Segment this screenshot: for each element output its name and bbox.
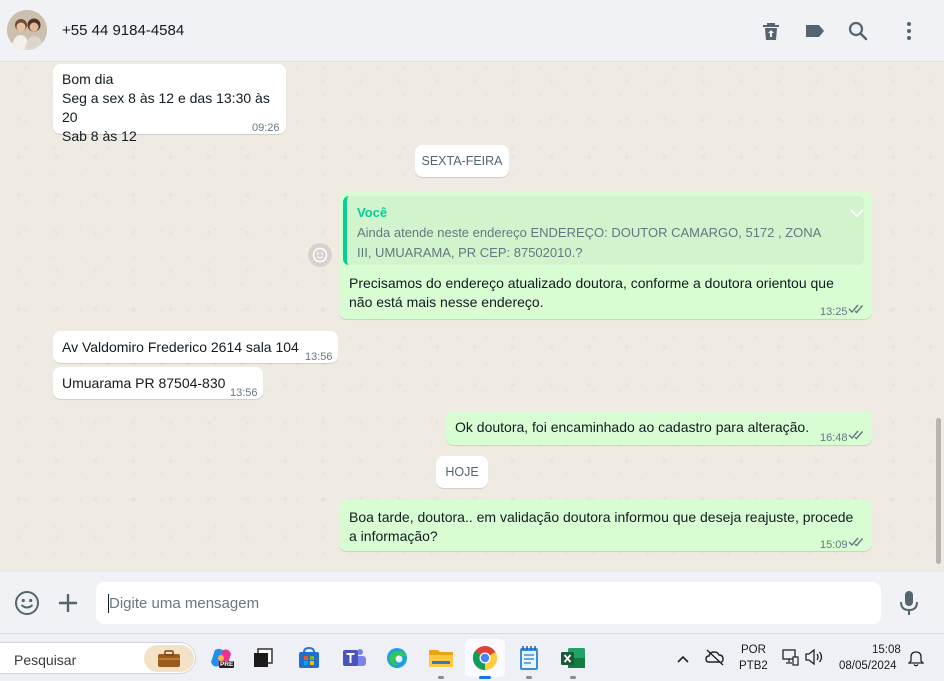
taskbar-search[interactable]: Pesquisar (0, 642, 196, 674)
volume-icon[interactable] (804, 648, 824, 671)
read-ticks-icon (848, 430, 864, 440)
message-text: Ok doutora, foi encaminhado ao cadastro … (455, 419, 810, 435)
clock-date[interactable]: 08/05/2024 (839, 660, 897, 672)
message-time: 13:25 (820, 306, 848, 318)
message-text: Boa tarde, doutora.. em validação doutor… (349, 509, 854, 544)
message-outgoing[interactable]: Boa tarde, doutora.. em validação doutor… (339, 500, 872, 551)
task-view-icon[interactable] (249, 644, 277, 672)
quote-author: Você (357, 205, 388, 220)
more-options-icon[interactable] (897, 19, 921, 43)
message-incoming[interactable]: Bom dia Seg a sex 8 às 12 e das 13:30 às… (53, 64, 286, 144)
emoji-icon[interactable] (14, 590, 40, 621)
input-language[interactable]: POR (741, 644, 766, 656)
keyboard-layout[interactable]: PTB2 (739, 660, 768, 672)
notepad-running-indicator (526, 676, 532, 679)
message-text: Umuarama PR 87504-830 (62, 375, 226, 391)
edge-icon[interactable] (383, 644, 411, 672)
message-time: 15:09 (820, 539, 848, 551)
message-incoming[interactable]: Av Valdomiro Frederico 2614 sala 104 13:… (53, 331, 338, 363)
message-time: 13:56 (230, 387, 258, 399)
copilot-icon[interactable]: PRE (207, 644, 235, 672)
message-text: Av Valdomiro Frederico 2614 sala 104 (62, 339, 299, 355)
chevron-down-icon[interactable] (850, 204, 864, 223)
excel-icon[interactable] (559, 644, 587, 672)
date-divider: HOJE (436, 456, 488, 488)
notepad-icon[interactable] (515, 644, 543, 672)
excel-running-indicator (570, 676, 576, 679)
quote-text: Ainda atende neste endereço ENDEREÇO: DO… (357, 225, 821, 260)
file-explorer-running-indicator (438, 676, 444, 679)
file-explorer-icon[interactable] (427, 644, 455, 672)
clock-time[interactable]: 15:08 (872, 644, 901, 656)
message-time: 16:48 (820, 432, 848, 444)
label-tag-icon[interactable] (803, 19, 827, 43)
chat-header: +55 44 9184-4584 (0, 0, 944, 62)
message-incoming[interactable]: Umuarama PR 87504-830 13:56 (53, 367, 263, 399)
notification-bell-icon[interactable] (907, 649, 925, 672)
microphone-icon[interactable] (899, 590, 919, 621)
message-outgoing[interactable]: Ok doutora, foi encaminhado ao cadastro … (446, 411, 872, 445)
message-text: Precisamos do endereço atualizado doutor… (349, 275, 834, 310)
chrome-icon[interactable] (471, 644, 499, 672)
chat-area[interactable]: Bom dia Seg a sex 8 às 12 e das 13:30 às… (0, 62, 934, 572)
read-ticks-icon (848, 304, 864, 314)
microsoft-store-icon[interactable] (295, 644, 323, 672)
quoted-message[interactable]: Você Ainda atende neste endereço ENDEREÇ… (343, 196, 864, 265)
search-icon[interactable] (846, 19, 870, 43)
contact-name[interactable]: +55 44 9184-4584 (62, 22, 184, 39)
message-time: 09:26 (252, 122, 280, 134)
date-divider: SEXTA-FEIRA (415, 145, 509, 177)
briefcase-icon (158, 650, 180, 667)
taskbar-search-label: Pesquisar (14, 652, 77, 668)
message-outgoing[interactable]: Você Ainda atende neste endereço ENDEREÇ… (339, 192, 872, 319)
read-ticks-icon (848, 537, 864, 547)
teams-icon[interactable] (340, 644, 368, 672)
contact-avatar[interactable] (7, 10, 47, 50)
chrome-active-indicator (479, 676, 491, 679)
trash-icon[interactable] (759, 19, 783, 43)
text-caret (108, 594, 109, 613)
message-input[interactable] (96, 582, 881, 624)
network-icon[interactable] (781, 648, 799, 671)
chevron-up-icon[interactable] (676, 651, 690, 669)
onedrive-offline-icon[interactable] (705, 648, 725, 671)
message-time: 13:56 (305, 351, 333, 363)
windows-taskbar: Pesquisar PRE POR PTB2 15:08 08/05/2024 (0, 633, 944, 681)
chat-scrollbar-thumb[interactable] (936, 418, 941, 564)
copilot-pre-badge: PRE (219, 661, 235, 668)
reaction-emoji-icon[interactable] (308, 243, 332, 267)
attach-plus-icon[interactable] (57, 592, 79, 619)
message-composer (0, 572, 944, 633)
search-highlight (144, 645, 194, 672)
